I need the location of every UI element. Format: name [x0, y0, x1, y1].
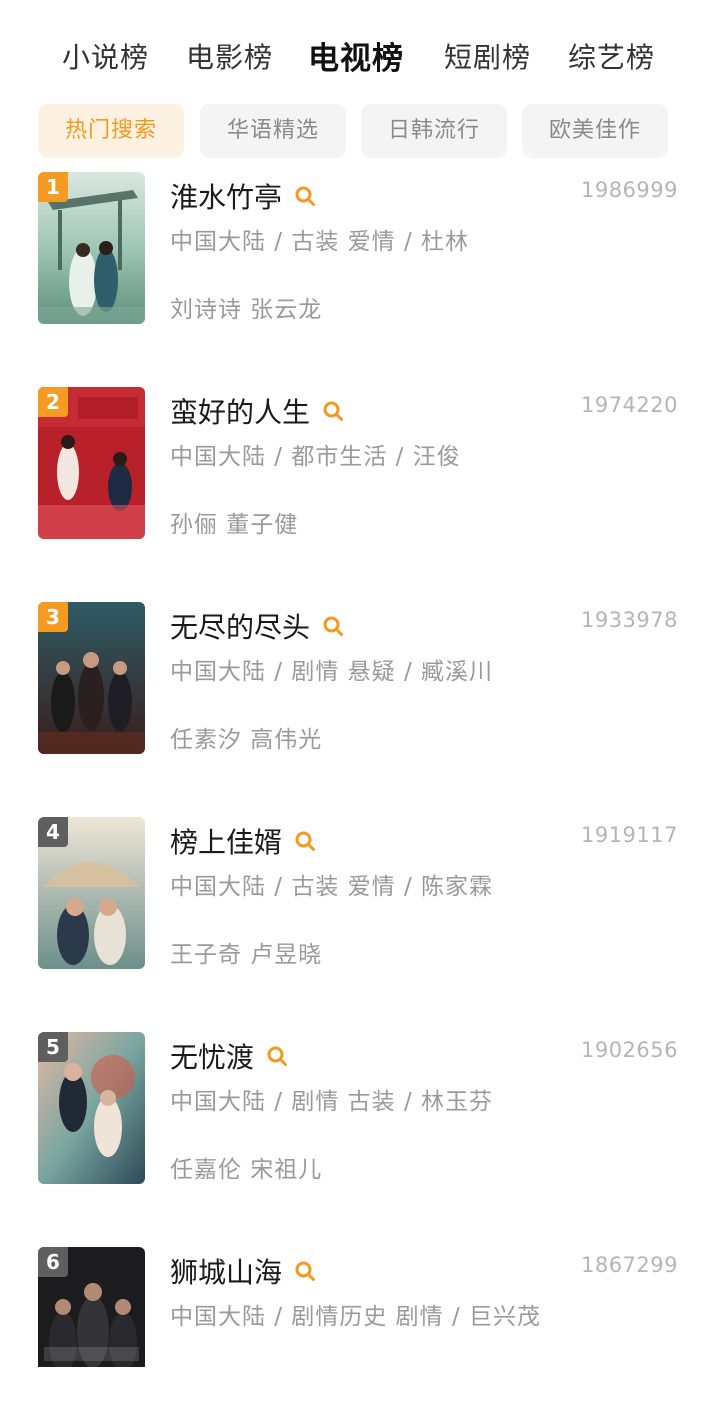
- item-cast: 刘诗诗 张云龙: [170, 297, 323, 323]
- chip-jp-kr[interactable]: 日韩流行: [361, 104, 507, 158]
- search-icon[interactable]: [294, 1260, 316, 1282]
- item-cast: 王子奇 卢昱晓: [170, 942, 323, 968]
- rank-badge: 1: [38, 172, 68, 202]
- list-item[interactable]: 1 淮水竹亭 1986999 中国大陆 / 古装 爱情 / 杜林 刘诗诗 张云龙: [0, 172, 720, 332]
- tab-novel[interactable]: 小说榜: [62, 36, 149, 76]
- rank-badge: 2: [38, 387, 68, 417]
- item-meta: 中国大陆 / 古装 爱情 / 杜林: [170, 229, 470, 255]
- item-cast: 孙俪 董子健: [170, 512, 299, 538]
- tab-variety[interactable]: 综艺榜: [568, 36, 655, 76]
- item-meta: 中国大陆 / 古装 爱情 / 陈家霖: [170, 874, 494, 900]
- title-text: 无尽的尽头: [170, 611, 311, 644]
- rank-badge: 3: [38, 602, 68, 632]
- item-title[interactable]: 狮城山海: [170, 1251, 316, 1291]
- search-count: 1986999: [580, 178, 678, 202]
- search-count: 1974220: [580, 393, 678, 417]
- search-count: 1902656: [580, 1038, 678, 1062]
- tab-movie[interactable]: 电影榜: [186, 36, 273, 76]
- tab-tv[interactable]: 电视榜: [308, 33, 404, 78]
- item-cast: 任嘉伦 宋祖儿: [170, 1157, 323, 1183]
- search-icon[interactable]: [322, 615, 344, 637]
- chip-hot-search[interactable]: 热门搜索: [38, 104, 184, 158]
- title-text: 淮水竹亭: [170, 181, 283, 214]
- list-item[interactable]: 6 狮城山海 1867299 中国大陆 / 剧情历史 剧情 / 巨兴茂: [0, 1247, 720, 1407]
- chip-western[interactable]: 欧美佳作: [522, 104, 668, 158]
- poster-image[interactable]: 3: [38, 602, 145, 754]
- item-meta: 中国大陆 / 都市生活 / 汪俊: [170, 444, 461, 470]
- chip-chinese[interactable]: 华语精选: [200, 104, 346, 158]
- search-icon[interactable]: [294, 830, 316, 852]
- item-meta: 中国大陆 / 剧情 悬疑 / 臧溪川: [170, 659, 494, 685]
- item-meta: 中国大陆 / 剧情历史 剧情 / 巨兴茂: [170, 1304, 542, 1330]
- item-cast: 任素汐 高伟光: [170, 727, 323, 753]
- search-count: 1867299: [580, 1253, 678, 1277]
- title-text: 榜上佳婿: [170, 826, 283, 859]
- item-meta: 中国大陆 / 剧情 古装 / 林玉芬: [170, 1089, 494, 1115]
- search-icon[interactable]: [322, 400, 344, 422]
- poster-image[interactable]: 6: [38, 1247, 145, 1399]
- rank-badge: 4: [38, 817, 68, 847]
- list-item[interactable]: 3 无尽的尽头 1933978 中国大陆 / 剧情 悬疑 / 臧溪川 任素汐 高…: [0, 602, 720, 762]
- list-item[interactable]: 2 蛮好的人生 1974220 中国大陆 / 都市生活 / 汪俊 孙俪 董子健: [0, 387, 720, 547]
- item-title[interactable]: 无忧渡: [170, 1036, 288, 1076]
- list-item[interactable]: 5 无忧渡 1902656 中国大陆 / 剧情 古装 / 林玉芬 任嘉伦 宋祖儿: [0, 1032, 720, 1192]
- poster-image[interactable]: 1: [38, 172, 145, 324]
- search-icon[interactable]: [266, 1045, 288, 1067]
- title-text: 蛮好的人生: [170, 396, 311, 429]
- item-title[interactable]: 无尽的尽头: [170, 606, 344, 646]
- item-title[interactable]: 蛮好的人生: [170, 391, 344, 431]
- list-item[interactable]: 4 榜上佳婿 1919117 中国大陆 / 古装 爱情 / 陈家霖 王子奇 卢昱…: [0, 817, 720, 977]
- tab-short-drama[interactable]: 短剧榜: [444, 36, 531, 76]
- filter-chips: 热门搜索 华语精选 日韩流行 欧美佳作: [0, 104, 720, 158]
- search-icon[interactable]: [294, 185, 316, 207]
- search-count: 1919117: [580, 823, 678, 847]
- title-text: 无忧渡: [170, 1041, 255, 1074]
- rank-badge: 5: [38, 1032, 68, 1062]
- title-text: 狮城山海: [170, 1256, 283, 1289]
- poster-image[interactable]: 2: [38, 387, 145, 539]
- search-count: 1933978: [580, 608, 678, 632]
- rank-badge: 6: [38, 1247, 68, 1277]
- category-tabs: 小说榜 电影榜 电视榜 短剧榜 综艺榜: [0, 0, 720, 108]
- poster-image[interactable]: 4: [38, 817, 145, 969]
- poster-image[interactable]: 5: [38, 1032, 145, 1184]
- item-title[interactable]: 榜上佳婿: [170, 821, 316, 861]
- item-title[interactable]: 淮水竹亭: [170, 176, 316, 216]
